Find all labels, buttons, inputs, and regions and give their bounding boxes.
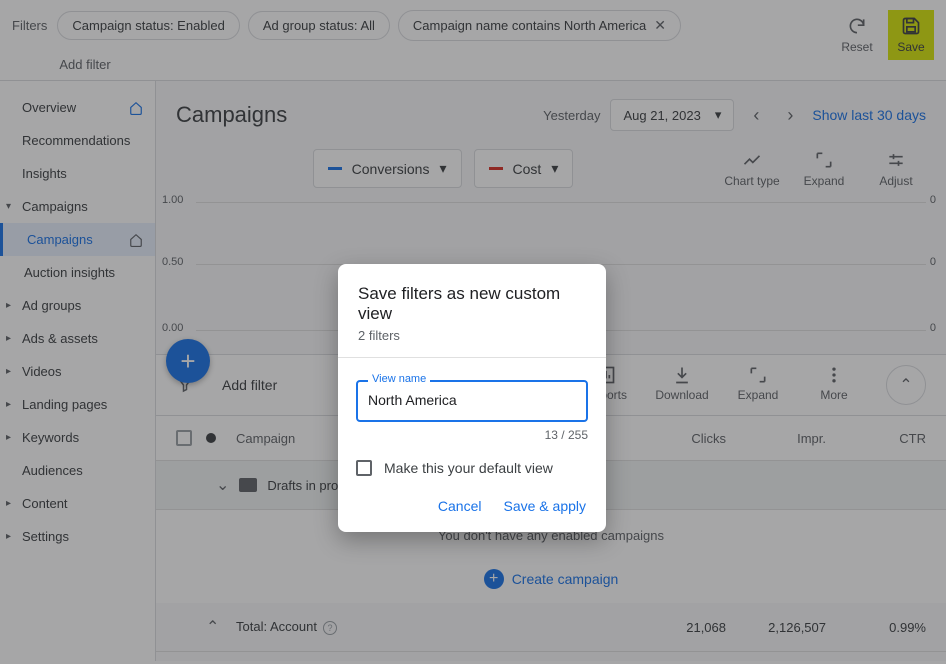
field-label: View name (368, 373, 430, 385)
view-name-input[interactable] (368, 392, 576, 408)
cancel-button[interactable]: Cancel (438, 498, 482, 514)
dialog-subtitle: 2 filters (358, 328, 586, 343)
default-view-checkbox-row[interactable]: Make this your default view (338, 452, 606, 486)
view-name-field[interactable]: View name (356, 380, 588, 422)
save-view-dialog: Save filters as new custom view 2 filter… (338, 264, 606, 532)
dialog-title: Save filters as new custom view (358, 284, 586, 324)
char-counter: 13 / 255 (356, 428, 588, 442)
checkbox[interactable] (356, 460, 372, 476)
save-apply-button[interactable]: Save & apply (504, 498, 587, 514)
